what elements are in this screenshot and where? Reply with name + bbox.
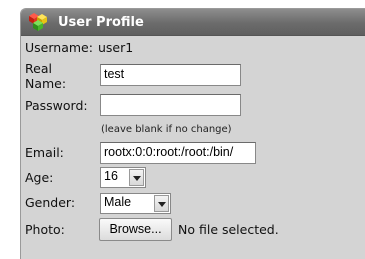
realname-label-line2: Name: <box>25 76 67 91</box>
age-select-value: 16 <box>104 169 118 183</box>
realname-label-line1: Real <box>25 61 52 76</box>
password-label: Password: <box>25 98 88 113</box>
chevron-down-icon[interactable] <box>129 169 144 186</box>
photo-label: Photo: <box>25 222 65 237</box>
email-label: Email: <box>25 145 64 160</box>
panel-title: User Profile <box>58 14 144 30</box>
panel-header: User Profile <box>21 9 365 36</box>
browse-button[interactable]: Browse... <box>99 218 172 241</box>
age-label: Age: <box>25 170 54 185</box>
password-input[interactable] <box>100 94 241 116</box>
gender-select[interactable]: Male <box>100 193 171 214</box>
age-select[interactable]: 16 <box>100 167 146 188</box>
gender-label: Gender: <box>25 195 76 210</box>
realname-input[interactable]: test <box>100 64 241 86</box>
username-value: user1 <box>98 40 134 55</box>
password-hint: (leave blank if no change) <box>101 124 232 135</box>
file-status: No file selected. <box>178 222 279 237</box>
cubes-icon <box>29 13 47 31</box>
email-input[interactable]: rootx:0:0:root:/root:/bin/ <box>100 142 256 164</box>
chevron-down-icon[interactable] <box>154 195 169 212</box>
username-label: Username: <box>25 40 93 55</box>
gender-select-value: Male <box>104 195 132 209</box>
user-profile-panel: User Profile Username: user1 Real Name: … <box>20 8 365 259</box>
